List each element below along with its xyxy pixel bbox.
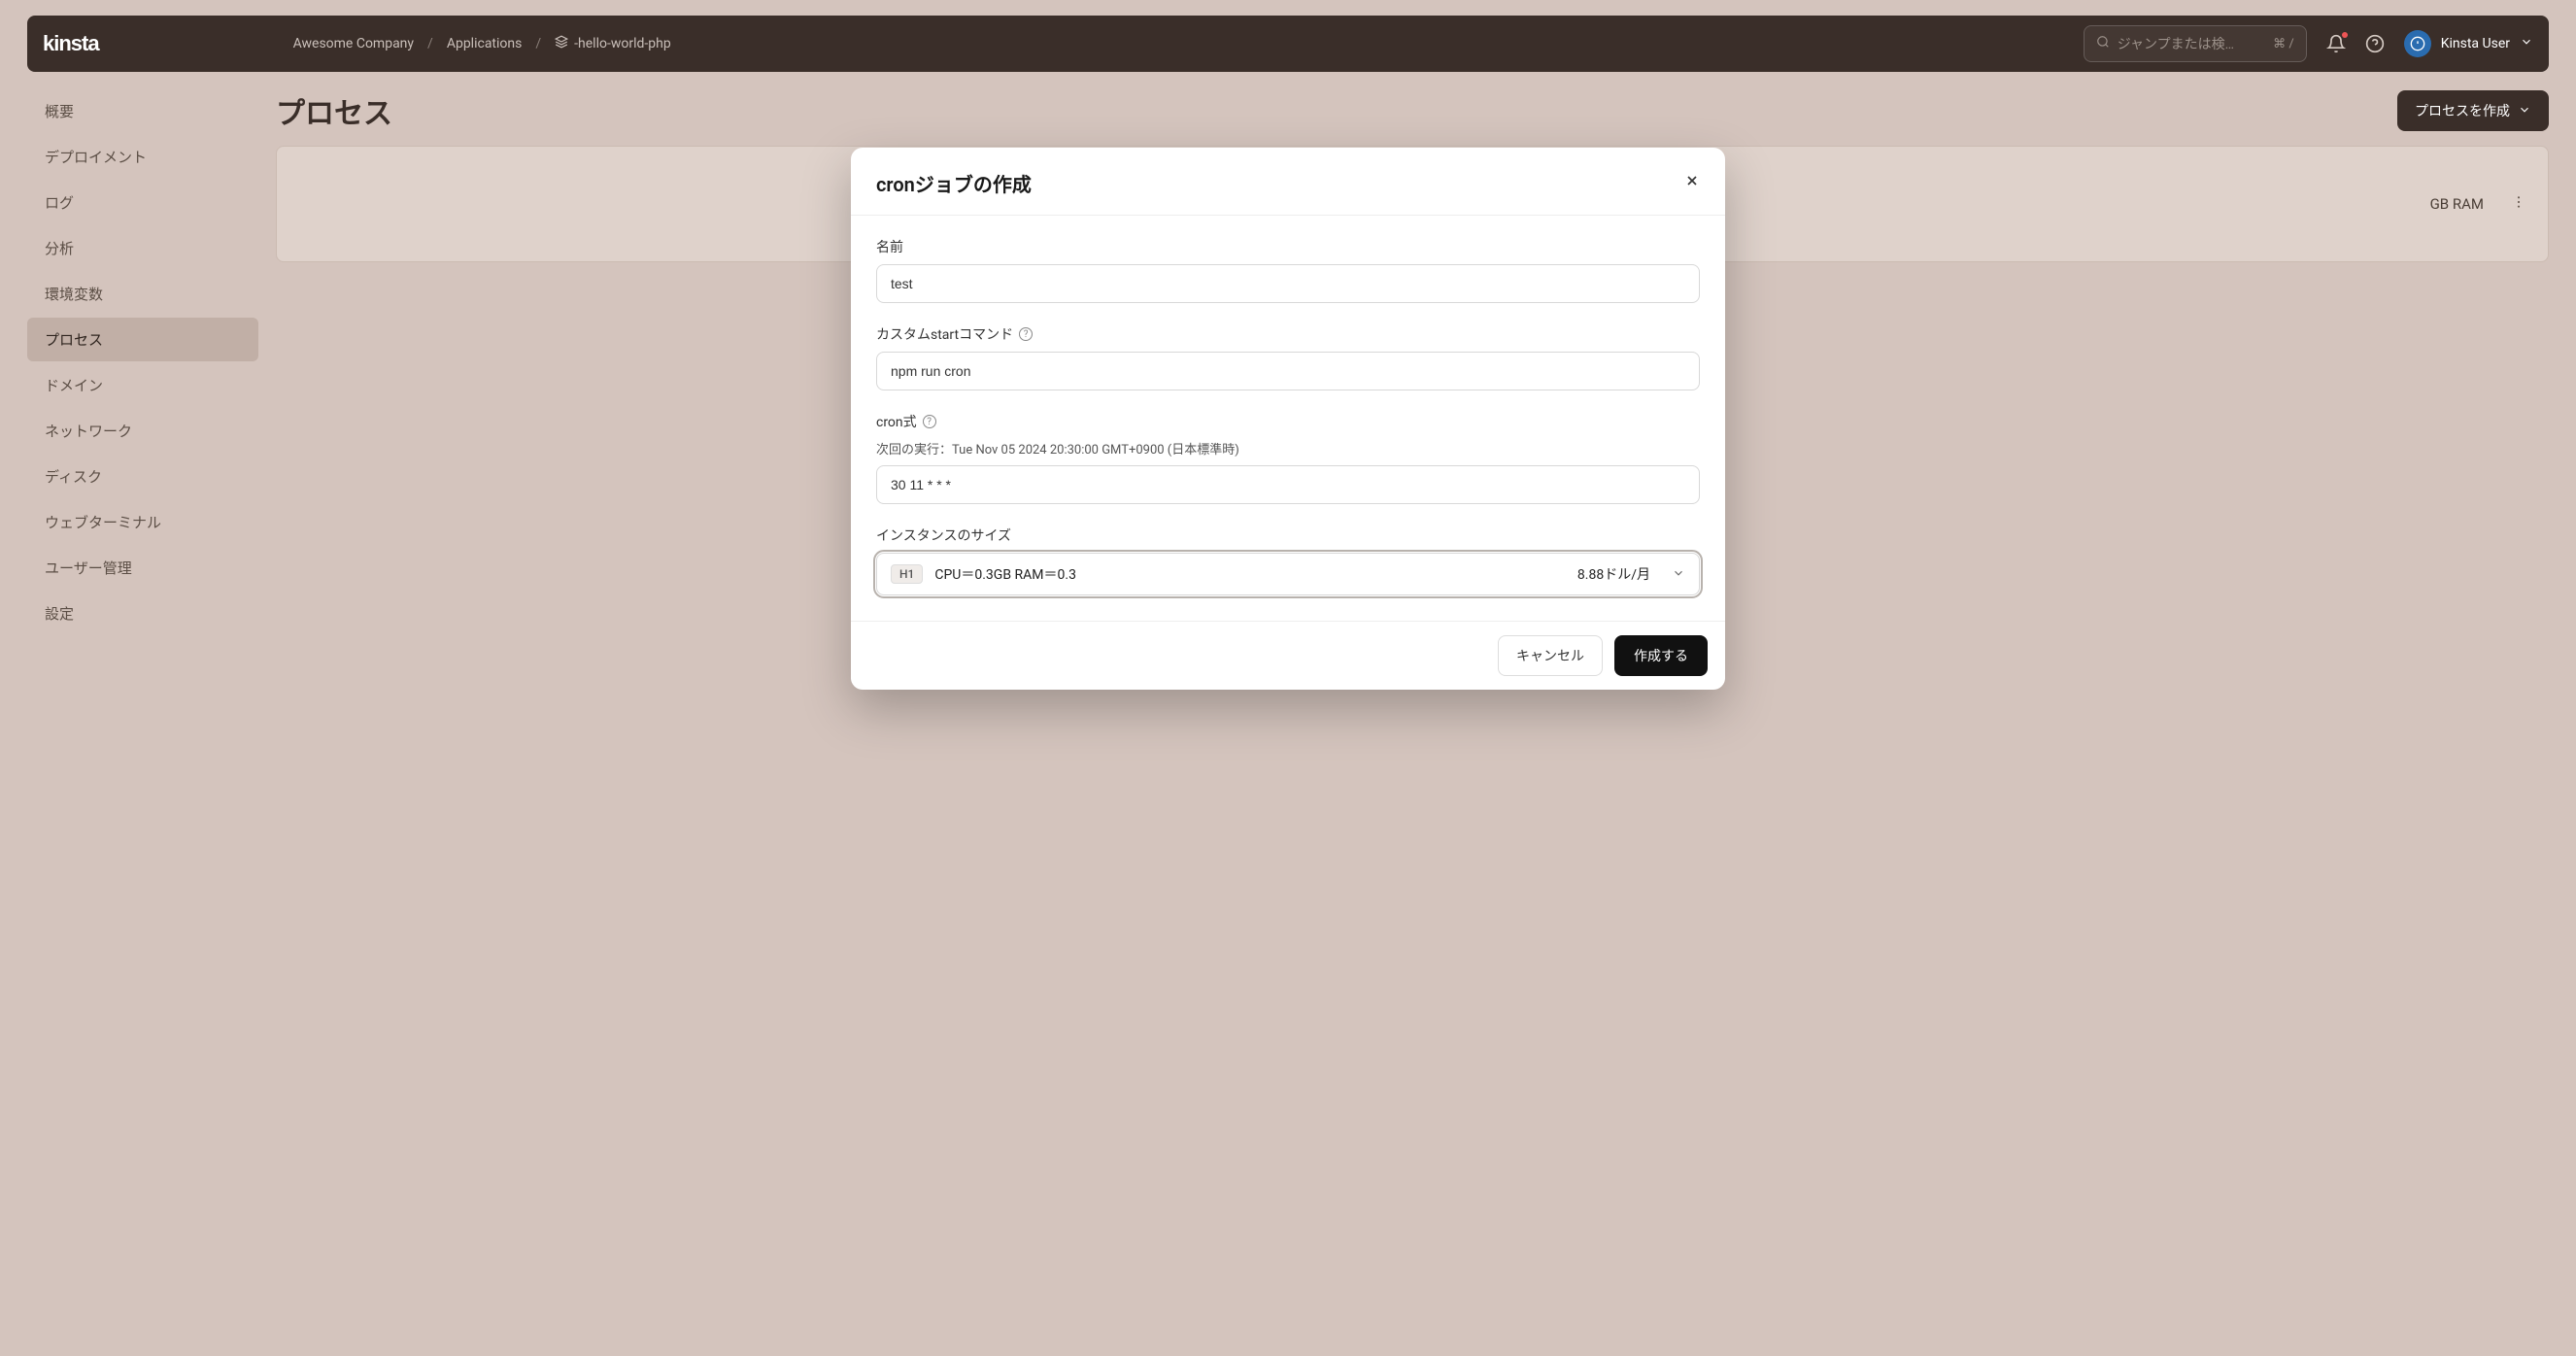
modal-header: cronジョブの作成 xyxy=(851,148,1725,216)
sidebar-item-network[interactable]: ネットワーク xyxy=(27,409,258,453)
sidebar-item-overview[interactable]: 概要 xyxy=(27,89,258,133)
pod-badge: H1 xyxy=(891,564,923,584)
stack-icon xyxy=(555,35,568,52)
help-icon[interactable]: ? xyxy=(1019,327,1033,341)
topbar: kinsta Awesome Company / Applications / … xyxy=(27,16,2549,72)
field-command: カスタムstartコマンド ? xyxy=(876,324,1700,390)
search-icon xyxy=(2096,35,2110,52)
sidebar: 概要 デプロイメント ログ 分析 環境変数 プロセス ドメイン ネットワーク デ… xyxy=(27,89,258,635)
avatar xyxy=(2404,30,2431,57)
search-input[interactable]: ジャンプまたは検… ⌘ / xyxy=(2084,25,2307,62)
name-input[interactable] xyxy=(876,264,1700,303)
breadcrumbs: Awesome Company / Applications / -hello-… xyxy=(293,35,671,52)
notifications-icon[interactable] xyxy=(2326,34,2346,53)
breadcrumb-sep: / xyxy=(535,36,541,51)
modal-title: cronジョブの作成 xyxy=(876,169,1032,197)
breadcrumb-company[interactable]: Awesome Company xyxy=(293,36,414,51)
cancel-button[interactable]: キャンセル xyxy=(1498,635,1603,676)
help-icon[interactable] xyxy=(2365,34,2385,53)
brand-logo: kinsta xyxy=(43,31,99,56)
breadcrumb-section[interactable]: Applications xyxy=(447,36,523,51)
page-title: プロセス xyxy=(276,89,392,132)
create-cron-modal: cronジョブの作成 名前 カスタムstartコマンド ? cron式 xyxy=(851,148,1725,690)
sidebar-item-processes[interactable]: プロセス xyxy=(27,318,258,361)
process-spec: GB RAM xyxy=(2430,195,2484,213)
notification-dot xyxy=(2342,32,2348,38)
field-cron: cron式 ? 次回の実行：Tue Nov 05 2024 20:30:00 G… xyxy=(876,412,1700,504)
create-process-button[interactable]: プロセスを作成 xyxy=(2397,90,2549,131)
chevron-down-icon xyxy=(2520,35,2533,52)
breadcrumb-app[interactable]: -hello-world-php xyxy=(555,35,671,52)
cron-input[interactable] xyxy=(876,465,1700,504)
sidebar-item-users[interactable]: ユーザー管理 xyxy=(27,546,258,590)
content-header: プロセス プロセスを作成 xyxy=(276,89,2549,132)
sidebar-item-disk[interactable]: ディスク xyxy=(27,455,258,498)
topbar-right: ジャンプまたは検… ⌘ / Kinsta User xyxy=(2084,25,2533,62)
sidebar-item-deployments[interactable]: デプロイメント xyxy=(27,135,258,179)
pod-price: 8.88ドル/月 xyxy=(1577,564,1650,584)
help-icon[interactable]: ? xyxy=(923,415,936,428)
command-input[interactable] xyxy=(876,352,1700,390)
chevron-down-icon xyxy=(1672,565,1685,584)
field-pod: インスタンスのサイズ H1 CPU＝0.3GB RAM＝0.3 8.88ドル/月 xyxy=(876,525,1700,595)
modal-body: 名前 カスタムstartコマンド ? cron式 ? 次回の実行：Tue Nov… xyxy=(851,216,1725,621)
cron-hint: 次回の実行：Tue Nov 05 2024 20:30:00 GMT+0900 … xyxy=(876,439,1700,458)
chevron-down-icon xyxy=(2518,103,2531,119)
breadcrumb-app-label: -hello-world-php xyxy=(574,36,671,51)
pod-spec: CPU＝0.3GB RAM＝0.3 xyxy=(934,564,1076,584)
field-name: 名前 xyxy=(876,237,1700,303)
breadcrumb-sep: / xyxy=(427,36,433,51)
user-name: Kinsta User xyxy=(2441,36,2510,51)
name-label: 名前 xyxy=(876,237,1700,256)
create-process-label: プロセスを作成 xyxy=(2415,101,2510,120)
command-label-text: カスタムstartコマンド xyxy=(876,324,1013,344)
sidebar-item-domains[interactable]: ドメイン xyxy=(27,363,258,407)
search-kbd: ⌘ / xyxy=(2273,37,2294,51)
search-placeholder: ジャンプまたは検… xyxy=(2118,34,2265,53)
process-row-right: GB RAM xyxy=(2430,194,2526,214)
sidebar-item-analytics[interactable]: 分析 xyxy=(27,226,258,270)
sidebar-item-env[interactable]: 環境変数 xyxy=(27,272,258,316)
sidebar-item-webterminal[interactable]: ウェブターミナル xyxy=(27,500,258,544)
cron-label: cron式 ? xyxy=(876,412,1700,431)
sidebar-item-settings[interactable]: 設定 xyxy=(27,592,258,635)
pod-select[interactable]: H1 CPU＝0.3GB RAM＝0.3 8.88ドル/月 xyxy=(876,553,1700,595)
close-icon[interactable] xyxy=(1684,173,1700,193)
kebab-icon[interactable] xyxy=(2511,194,2526,214)
sidebar-item-logs[interactable]: ログ xyxy=(27,181,258,224)
pod-label: インスタンスのサイズ xyxy=(876,525,1700,545)
modal-footer: キャンセル 作成する xyxy=(851,621,1725,690)
user-menu[interactable]: Kinsta User xyxy=(2404,30,2533,57)
cron-label-text: cron式 xyxy=(876,412,917,431)
submit-button[interactable]: 作成する xyxy=(1614,635,1708,676)
command-label: カスタムstartコマンド ? xyxy=(876,324,1700,344)
